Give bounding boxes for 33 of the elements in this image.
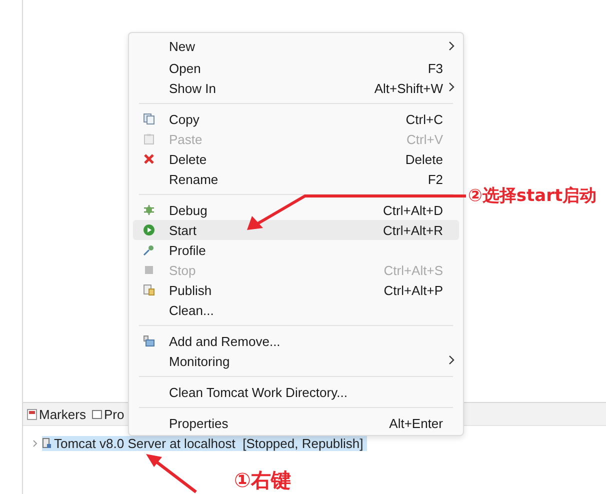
annotation-arrow [146, 454, 197, 494]
server-tree-item[interactable]: Tomcat v8.0 Server at localhost [Stopped, Republish] [42, 436, 368, 451]
menu-item[interactable]: Add and Remove... [133, 331, 459, 351]
clipboard-icon [143, 133, 155, 145]
menu-item[interactable]: Publish Ctrl+Alt+P [133, 280, 459, 300]
annotation-text: ①右键 [234, 467, 291, 494]
menu-item[interactable]: Clean... [133, 300, 459, 320]
server-icon [42, 438, 52, 449]
delete-icon [143, 153, 155, 165]
menu-item[interactable]: Rename F2 [133, 169, 459, 189]
menu-item[interactable]: New [133, 35, 459, 58]
menu-item[interactable]: Properties Alt+Enter [133, 413, 459, 433]
copy-icon [143, 113, 155, 125]
folder-icon [143, 335, 155, 347]
markers-icon [27, 408, 37, 420]
view-tab[interactable]: Pro [104, 406, 124, 422]
menu-item[interactable]: Open F3 [133, 58, 459, 78]
play-icon [143, 224, 155, 236]
menu-item[interactable]: Start Ctrl+Alt+R [133, 220, 459, 240]
menu-item[interactable]: Clean Tomcat Work Directory... [133, 382, 459, 402]
publish-icon [143, 284, 155, 296]
menu-item[interactable]: Profile [133, 240, 459, 260]
bug-icon [143, 204, 155, 216]
window-icon [92, 408, 102, 420]
annotation-text: ②选择start启动 [468, 185, 597, 207]
menu-item[interactable]: Delete Delete [133, 149, 459, 169]
menu-item[interactable]: Monitoring [133, 351, 459, 371]
view-tab[interactable]: Markers [39, 406, 86, 422]
menu-item[interactable]: Copy Ctrl+C [133, 109, 459, 129]
menu-item[interactable]: Debug Ctrl+Alt+D [133, 200, 459, 220]
stop-icon [143, 264, 155, 276]
menu-item[interactable]: Show In Alt+Shift+W [133, 78, 459, 98]
profile-icon [143, 244, 155, 256]
